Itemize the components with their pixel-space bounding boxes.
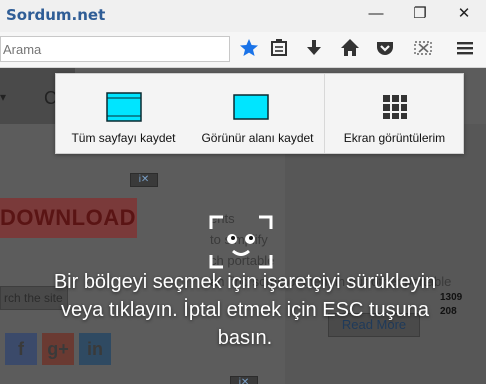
- bookmark-star-icon[interactable]: [237, 36, 261, 60]
- pocket-icon[interactable]: [373, 36, 397, 60]
- full-page-icon: [106, 92, 142, 122]
- panel-button-label: Ekran görüntülerim: [343, 131, 446, 145]
- home-icon[interactable]: [338, 36, 362, 60]
- hamburger-menu-icon[interactable]: [453, 36, 477, 60]
- download-icon[interactable]: [302, 36, 326, 60]
- reader-view-icon[interactable]: [267, 36, 291, 60]
- panel-button-label: Görünür alanı kaydet: [201, 131, 314, 145]
- window-title: Sordum.net: [6, 6, 106, 24]
- save-full-page-button[interactable]: Tüm sayfayı kaydet: [56, 74, 191, 153]
- nav-caret-icon: ▾: [0, 90, 7, 104]
- selection-cursor-icon: [209, 215, 273, 269]
- adchoices-icon[interactable]: i✕: [130, 173, 158, 187]
- save-visible-area-button[interactable]: Görünür alanı kaydet: [191, 74, 324, 153]
- visible-area-icon: [233, 94, 269, 120]
- window-title-bar: Sordum.net — ❐ ✕: [0, 0, 486, 32]
- panel-button-label: Tüm sayfayı kaydet: [71, 131, 176, 145]
- screenshot-panel: Tüm sayfayı kaydet Görünür alanı kaydet …: [55, 73, 464, 154]
- screenshot-icon[interactable]: [411, 36, 435, 60]
- close-button[interactable]: ✕: [442, 0, 486, 28]
- my-screenshots-grid-icon: [383, 95, 407, 119]
- selection-instruction: Bir bölgeyi seçmek için işaretçiyi sürük…: [53, 271, 437, 349]
- my-screenshots-button[interactable]: Ekran görüntülerim: [325, 74, 464, 153]
- minimize-button[interactable]: —: [354, 0, 398, 28]
- download-banner[interactable]: DOWNLOAD: [0, 198, 137, 238]
- adchoices-icon[interactable]: i✕: [230, 376, 258, 384]
- maximize-button[interactable]: ❐: [398, 0, 442, 28]
- facebook-icon[interactable]: f: [5, 333, 37, 365]
- search-input[interactable]: [0, 36, 230, 62]
